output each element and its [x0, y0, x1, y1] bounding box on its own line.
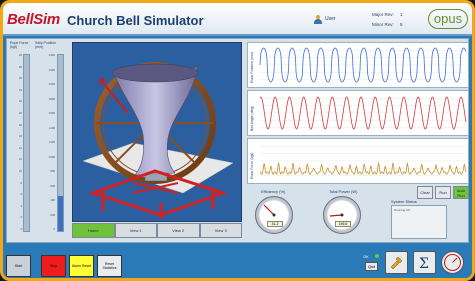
- gauge-tick-label: 20: [18, 111, 22, 115]
- gauge-tick-label: 1400: [48, 125, 55, 130]
- bell-3d-viewport[interactable]: [72, 42, 242, 222]
- signal-trace: [259, 161, 467, 175]
- settings-dial-button[interactable]: [441, 251, 464, 274]
- ok-label: OK: [363, 254, 369, 259]
- minor-rev-label: Minor Rev:: [372, 22, 394, 27]
- statistics-button[interactable]: Σ: [413, 251, 436, 274]
- sally-position-gauge-title: Sally Position (mm): [35, 41, 57, 49]
- reset-statistics-button[interactable]: Reset Statistics: [97, 255, 122, 277]
- gauge-tick-label: 1200: [48, 140, 55, 144]
- tools-button[interactable]: [385, 251, 408, 274]
- rope-force-chart: [247, 138, 469, 184]
- gauge-tick-label: 8: [20, 180, 22, 185]
- run-button[interactable]: Run: [435, 186, 451, 199]
- gauge-tick-label: 0: [20, 227, 22, 231]
- gauge-tick-label: 2400: [48, 53, 55, 57]
- bell-angle-axis-label: Bell Angle (deg): [250, 106, 254, 131]
- page-title: Church Bell Simulator: [67, 13, 204, 28]
- clear-button[interactable]: Clear: [417, 186, 433, 199]
- header-bar: BellSim Church Bell Simulator User Major…: [3, 3, 472, 36]
- tab-view-2[interactable]: View 2: [157, 223, 200, 238]
- tools-icon: [390, 256, 403, 270]
- rope-force-gauge-title: Rope Force (kgf): [10, 41, 29, 49]
- alarm-reset-button[interactable]: Alarm Reset: [69, 255, 94, 277]
- bell-model-illustration: [82, 62, 234, 219]
- gauge-tick-label: 1000: [48, 154, 55, 159]
- svg-text:Σ: Σ: [419, 256, 429, 272]
- gauge-tick-label: 0: [53, 227, 55, 231]
- gauge-tick-label: 10: [18, 169, 22, 173]
- rope-force-gauge: [23, 54, 30, 232]
- gauge-tick-label: 2200: [48, 67, 55, 72]
- sigma-icon: Σ: [419, 256, 429, 272]
- tab-home[interactable]: Home: [72, 223, 115, 238]
- gauge-tick-label: 6: [20, 192, 22, 197]
- system-status-box: Running OK: [391, 205, 447, 239]
- tab-view-1[interactable]: View 1: [114, 223, 157, 238]
- sally-position-ticks: 2400 2200 2000 1800 1600 1400 1200 1000 800 600 40…: [43, 54, 55, 232]
- gauge-tick-label: 26: [18, 76, 22, 81]
- bottom-control-bar: Start Stop Alarm Reset Reset Statistics …: [3, 245, 472, 278]
- gauge-tick-label: 14: [18, 145, 22, 150]
- quit-button[interactable]: Quit: [365, 262, 378, 271]
- main-panel: Rope Force (kgf) Sally Position (mm) 30 2…: [6, 38, 469, 243]
- rope-force-ticks: 30 28 26 24 22 20 18 16 14 12 10 8 6 4 2 0: [10, 54, 22, 232]
- gauge-tick-label: 800: [50, 169, 55, 173]
- ok-indicator-icon: [375, 254, 379, 258]
- user-label: User: [325, 16, 336, 22]
- sally-position-gauge: [57, 54, 64, 232]
- gauge-tick-label: 600: [50, 183, 55, 188]
- major-rev: Major Rev: 1: [372, 12, 403, 17]
- bell-angle-chart: [247, 90, 469, 136]
- gauge-tick-label: 4: [20, 203, 22, 208]
- efficiency-dial: 41.2: [255, 196, 293, 234]
- rope-position-plot: [259, 47, 467, 83]
- gauge-tick-label: 2: [20, 215, 22, 220]
- system-status-text: Running OK: [394, 208, 411, 212]
- efficiency-needle: [263, 204, 276, 217]
- stop-button[interactable]: Stop: [41, 255, 66, 277]
- minor-rev-value: 5: [400, 22, 403, 27]
- gauge-tick-label: 24: [18, 87, 22, 92]
- view-tabs: Home View 1 View 2 View 3: [72, 223, 242, 238]
- system-status-title: System Status: [391, 199, 417, 204]
- gauge-tick-label: 200: [50, 212, 55, 217]
- bell-angle-plot: [259, 96, 467, 130]
- start-button[interactable]: Start: [6, 255, 31, 277]
- gauge-tick-label: 16: [18, 134, 22, 139]
- gauge-tick-label: 12: [18, 157, 22, 162]
- gauge-tick-label: 400: [50, 198, 55, 202]
- total-power-title: Total Power (W): [329, 189, 358, 194]
- gauge-tick-label: 22: [18, 99, 22, 104]
- rope-position-axis-label: Rope Position (mm): [250, 52, 254, 83]
- gauge-tick-label: 18: [18, 122, 22, 127]
- major-rev-value: 1: [400, 12, 403, 17]
- user-icon: [314, 15, 322, 24]
- total-power-dial: 196.6: [323, 196, 361, 234]
- sally-position-fill: [58, 195, 63, 231]
- gauge-tick-label: 1800: [48, 96, 55, 101]
- rope-position-chart: [247, 42, 469, 88]
- total-power-value: 196.6: [335, 221, 351, 227]
- tab-view-3[interactable]: View 3: [199, 223, 242, 238]
- app-window: BellSim Church Bell Simulator User Major…: [0, 0, 475, 281]
- total-power-needle: [329, 213, 344, 217]
- efficiency-title: Efficiency (%): [261, 189, 286, 194]
- gauge-icon: [444, 254, 461, 271]
- major-rev-label: Major Rev:: [372, 12, 394, 17]
- minor-rev: Minor Rev: 5: [372, 22, 403, 27]
- app-logo: BellSim: [7, 11, 60, 28]
- gauge-tick-label: 1600: [48, 111, 55, 115]
- auto-run-button[interactable]: Auto Run: [453, 186, 469, 199]
- gauge-tick-label: 30: [18, 53, 22, 57]
- gauge-tick-label: 2000: [48, 82, 55, 86]
- efficiency-value: 41.2: [267, 221, 283, 227]
- gauge-tick-label: 28: [18, 64, 22, 69]
- brand-logo: opus: [428, 9, 468, 29]
- rope-force-axis-label: Rope Force (kgf): [250, 152, 254, 179]
- rope-force-plot: [259, 146, 467, 176]
